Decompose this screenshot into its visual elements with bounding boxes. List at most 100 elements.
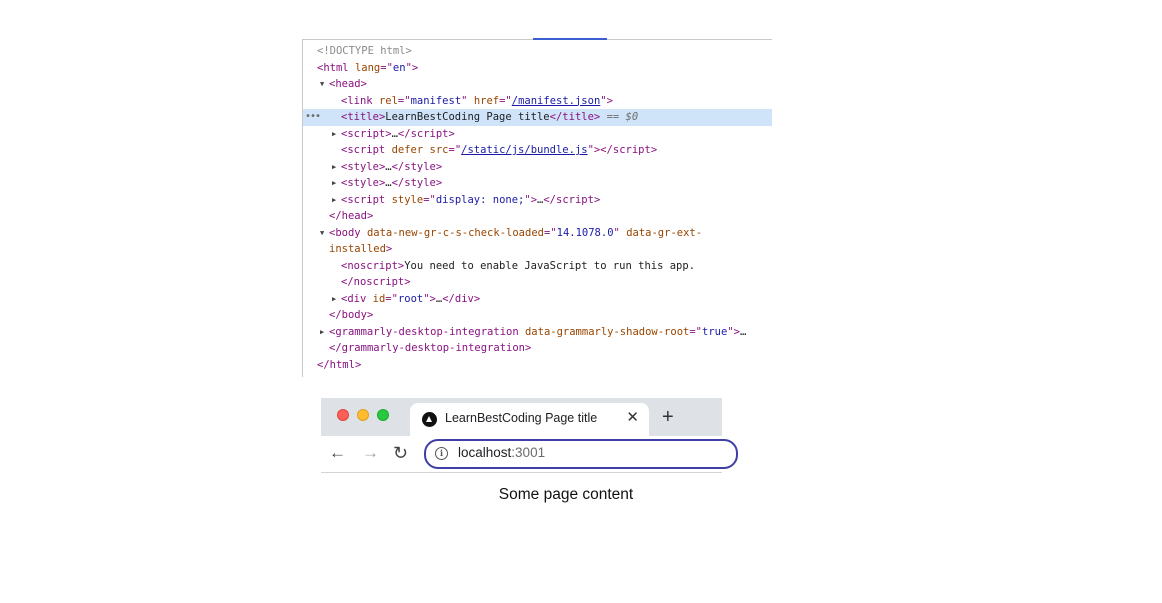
tag-name-close: title [562, 111, 594, 123]
ellipsis: … [739, 325, 747, 338]
tag-name-close: style [404, 160, 436, 173]
dom-node-html[interactable]: <html lang="en"> [303, 60, 772, 77]
tag-name-close: head [341, 210, 367, 222]
tag-name: style [347, 160, 379, 173]
tag-name-close: script [612, 144, 651, 156]
noscript-text: You need to enable JavaScript to run thi… [404, 259, 696, 272]
reload-icon[interactable]: ↻ [393, 444, 408, 462]
dom-node-body-wrap[interactable]: installed> [303, 241, 772, 258]
tag-name: script [347, 144, 386, 156]
close-window-button[interactable] [337, 409, 349, 421]
attr-name: id [372, 292, 386, 305]
title-text: LearnBestCoding Page title [385, 111, 550, 123]
expand-triangle-icon[interactable]: ▼ [320, 76, 329, 93]
dom-node-style[interactable]: ▶ <style>…</style> [303, 175, 772, 192]
attr-value: root [397, 292, 424, 305]
dom-node-body[interactable]: ▼ <body data-new-gr-c-s-check-loaded="14.… [303, 225, 772, 242]
collapse-triangle-icon[interactable]: ▶ [332, 192, 341, 209]
browser-window: LearnBestCoding Page title ✕ + ← → ↻ i l… [321, 398, 738, 473]
dom-node-noscript-close[interactable]: </noscript> [303, 274, 772, 291]
info-icon[interactable]: i [435, 447, 448, 460]
dom-node-head[interactable]: ▼ <head> [303, 76, 772, 93]
row-menu-icon[interactable]: ••• [305, 109, 321, 126]
collapse-triangle-icon[interactable]: ▶ [332, 175, 341, 192]
tag-name: script [347, 127, 386, 140]
dom-node-head-close[interactable]: </head> [303, 208, 772, 225]
url-text[interactable]: localhost:3001 [458, 445, 545, 460]
address-bar[interactable]: i localhost:3001 [424, 439, 738, 469]
page-content-text: Some page content [498, 486, 634, 503]
favicon-triangle-icon [422, 412, 437, 427]
tag-name: body [335, 226, 361, 239]
url-port: :3001 [511, 445, 546, 460]
tag-name: link [347, 94, 373, 107]
attr-name: data-new-gr-c-s-check-loaded [366, 226, 544, 239]
attr-value: manifest [410, 94, 462, 107]
dom-node-script-bundle[interactable]: <script defer src="/static/js/bundle.js"… [303, 142, 772, 159]
tab-strip: LearnBestCoding Page title ✕ + [321, 398, 722, 436]
attr-link[interactable]: /manifest.json [512, 95, 601, 107]
doctype-text: <!DOCTYPE html> [317, 45, 412, 57]
dom-node-div-root[interactable]: ▶ <div id="root">…</div> [303, 291, 772, 308]
tag-name-close: html [329, 358, 355, 371]
tag-name-close: script [410, 127, 449, 140]
collapse-triangle-icon[interactable]: ▶ [332, 291, 341, 308]
dom-node-style[interactable]: ▶ <style>…</style> [303, 159, 772, 176]
tag-name: head [335, 78, 361, 90]
attr-name: href [473, 94, 500, 107]
attr-name: data-gr-ext- [626, 226, 703, 239]
collapse-triangle-icon[interactable]: ▶ [332, 159, 341, 176]
selected-marker: == $0 [606, 111, 639, 123]
dom-node-html-close[interactable]: </html> [303, 357, 772, 374]
tag-name: title [347, 111, 379, 123]
browser-tab-active[interactable]: LearnBestCoding Page title ✕ [410, 403, 649, 436]
dom-node-grammarly-close[interactable]: </grammarly-desktop-integration> [303, 340, 772, 357]
attr-name: lang [354, 61, 381, 74]
tab-title: LearnBestCoding Page title [445, 411, 598, 425]
tag-name-close: script [556, 193, 594, 206]
devtools-elements-panel: <!DOCTYPE html> <html lang="en"> ▼ <head>… [302, 38, 772, 377]
dom-node-link[interactable]: <link rel="manifest" href="/manifest.jso… [303, 93, 772, 110]
tag-name-close: style [404, 177, 436, 189]
tag-name-close: body [341, 309, 367, 321]
dom-node-title-selected[interactable]: ••• <title>LearnBestCoding Page title</ti… [303, 109, 772, 126]
tag-name: div [347, 292, 367, 305]
tag-name-close: div [454, 292, 474, 305]
attr-value: en [392, 61, 406, 74]
forward-arrow-icon[interactable]: → [362, 444, 379, 462]
attr-value: 14.1078.0 [556, 226, 614, 239]
dom-node-grammarly[interactable]: ▶ <grammarly-desktop-integration data-gra… [303, 324, 772, 341]
attr-name: data-grammarly-shadow-root [524, 325, 690, 338]
dom-node-doctype[interactable]: <!DOCTYPE html> [303, 43, 772, 60]
tag-name: html [323, 61, 349, 74]
collapse-triangle-icon[interactable]: ▶ [320, 324, 329, 341]
new-tab-plus-icon[interactable]: + [662, 407, 674, 427]
attr-value: true [702, 325, 728, 338]
expand-triangle-icon[interactable]: ▼ [320, 225, 329, 242]
dom-node-noscript[interactable]: <noscript>You need to enable JavaScript … [303, 258, 772, 275]
maximize-window-button[interactable] [377, 409, 389, 421]
attr-name: rel [378, 94, 398, 107]
tag-name-close: grammarly-desktop-integration [341, 342, 525, 354]
active-tab-indicator [533, 38, 607, 40]
close-icon[interactable]: ✕ [626, 409, 639, 427]
tag-name: grammarly-desktop-integration [335, 325, 519, 338]
back-arrow-icon[interactable]: ← [329, 444, 346, 462]
minimize-window-button[interactable] [357, 409, 369, 421]
attr-link[interactable]: /static/js/bundle.js [461, 144, 587, 156]
browser-toolbar: ← → ↻ i localhost:3001 [321, 436, 738, 473]
tag-name-close: noscript [353, 276, 405, 288]
dom-node-script-hidden[interactable]: ▶ <script style="display: none;">…</scrip… [303, 192, 772, 209]
dom-node-body-close[interactable]: </body> [303, 307, 772, 324]
tag-name: noscript [347, 259, 398, 272]
dom-node-script-collapsed[interactable]: ▶ <script>…</script> [303, 126, 772, 143]
attr-name: src [429, 144, 449, 156]
attr-name: defer [391, 144, 424, 156]
tag-name: style [347, 177, 379, 189]
url-host: localhost [458, 445, 512, 460]
collapse-triangle-icon[interactable]: ▶ [332, 126, 341, 143]
attr-value: display: none; [435, 193, 525, 206]
attr-name: style [391, 193, 424, 206]
attr-name-continued: installed [329, 243, 386, 255]
tag-name: script [347, 193, 386, 206]
